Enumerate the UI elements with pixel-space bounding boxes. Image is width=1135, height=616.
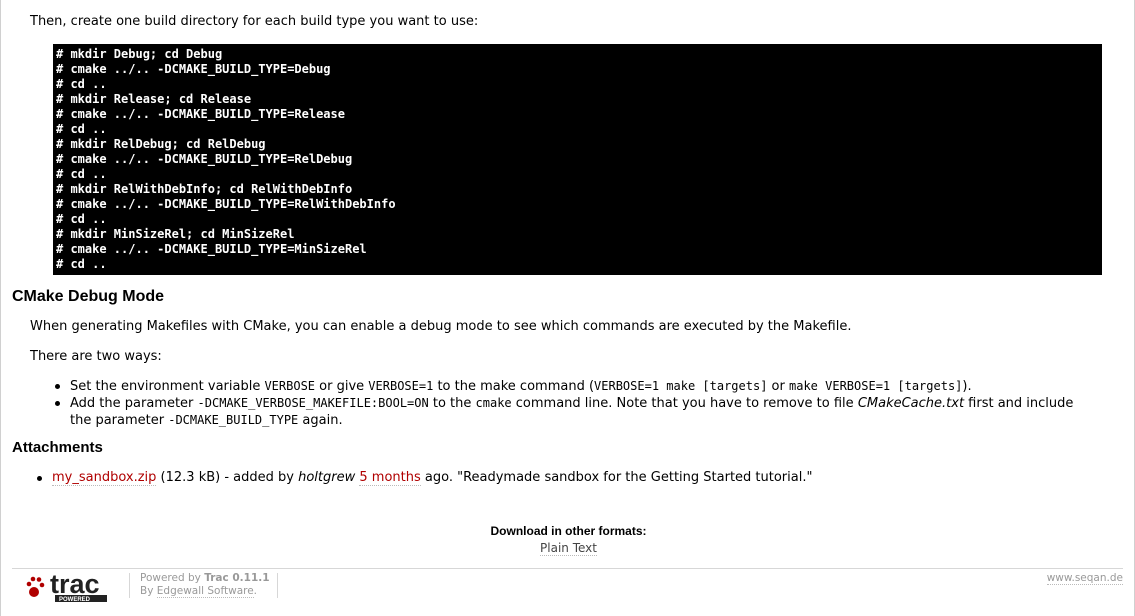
plain-text-link[interactable]: Plain Text (540, 541, 597, 556)
code-line: # mkdir RelWithDebInfo; cd RelWithDebInf… (56, 182, 353, 196)
attachment-size: (12.3 kB) - added by (156, 470, 299, 485)
powered-by-text: Powered by (140, 572, 205, 584)
footer-separator (277, 573, 278, 598)
attachments-list: my_sandbox.zip (12.3 kB) - added by holt… (34, 470, 1034, 486)
code-line: # cd .. (56, 77, 107, 91)
list-text: or (767, 379, 789, 394)
list-text: Set the environment variable (70, 379, 265, 394)
filename: CMakeCache.txt (857, 396, 965, 411)
inline-code: -DCMAKE_VERBOSE_MAKEFILE:BOOL=ON (197, 396, 429, 410)
inline-code: cmake (475, 396, 512, 410)
footer-divider (12, 568, 1123, 569)
list-text: again. (298, 413, 343, 428)
attachment-link[interactable]: my_sandbox.zip (52, 470, 157, 486)
attachment-description: ago. "Readymade sandbox for the Getting … (420, 470, 813, 485)
period: . (253, 585, 258, 597)
list-text: or give (315, 379, 369, 394)
code-line: # cd .. (56, 122, 107, 136)
inline-code: VERBOSE (264, 379, 316, 393)
download-formats: Download in other formats: Plain Text (1, 524, 1135, 556)
list-item: Add the parameter -DCMAKE_VERBOSE_MAKEFI… (52, 395, 1082, 429)
debug-ways-list: Set the environment variable VERBOSE or … (52, 378, 1082, 429)
code-block: # mkdir Debug; cd Debug # cmake ../.. -DC… (53, 44, 1102, 275)
list-text: to the make command ( (433, 379, 595, 394)
powered-by-line: Powered by Trac 0.11.1 (140, 572, 270, 585)
edgewall-link[interactable]: Edgewall Software (156, 585, 254, 598)
code-line: # cmake ../.. -DCMAKE_BUILD_TYPE=Release (56, 107, 345, 121)
list-item: my_sandbox.zip (12.3 kB) - added by holt… (34, 470, 1034, 486)
code-line: # cd .. (56, 257, 107, 271)
list-text: to the (428, 396, 476, 411)
by-text: By (140, 585, 157, 597)
code-line: # cmake ../.. -DCMAKE_BUILD_TYPE=MinSize… (56, 242, 367, 256)
list-item: Set the environment variable VERBOSE or … (52, 378, 1082, 395)
trac-link[interactable]: Trac 0.11.1 (204, 572, 269, 584)
code-line: # cmake ../.. -DCMAKE_BUILD_TYPE=Debug (56, 62, 331, 76)
code-line: # mkdir MinSizeRel; cd MinSizeRel (56, 227, 295, 241)
code-line: # cd .. (56, 167, 107, 181)
code-line: # mkdir Release; cd Release (56, 92, 252, 106)
trac-logo[interactable]: trac POWERED (26, 571, 108, 603)
intro-text: Then, create one build directory for eac… (30, 14, 479, 29)
attachments-heading: Attachments (12, 439, 103, 456)
download-title: Download in other formats: (490, 524, 647, 538)
list-text: Add the parameter (70, 396, 198, 411)
debug-mode-heading: CMake Debug Mode (12, 288, 165, 305)
edgewall-line: By Edgewall Software. (140, 585, 270, 598)
footer-credits: Powered by Trac 0.11.1 By Edgewall Softw… (140, 572, 270, 598)
code-line: # mkdir Debug; cd Debug (56, 47, 223, 61)
code-line: # cmake ../.. -DCMAKE_BUILD_TYPE=RelDebu… (56, 152, 353, 166)
code-line: # mkdir RelDebug; cd RelDebug (56, 137, 266, 151)
footer-separator (129, 573, 130, 598)
inline-code: -DCMAKE_BUILD_TYPE (168, 413, 299, 427)
logo-word: trac (50, 571, 100, 599)
inline-code: VERBOSE=1 (368, 379, 434, 393)
site-link[interactable]: www.seqan.de (1046, 572, 1123, 585)
inline-code: VERBOSE=1 make [targets] (594, 379, 768, 393)
attachment-author: holtgrew (298, 470, 356, 485)
logo-sub: POWERED (59, 597, 91, 603)
two-ways-text: There are two ways: (30, 349, 162, 364)
list-text: command line. Note that you have to remo… (511, 396, 858, 411)
list-text: ). (962, 379, 972, 394)
paw-icon (26, 576, 45, 597)
code-line: # cd .. (56, 212, 107, 226)
code-line: # cmake ../.. -DCMAKE_BUILD_TYPE=RelWith… (56, 197, 396, 211)
timeline-link[interactable]: 5 months (359, 470, 421, 486)
inline-code: make VERBOSE=1 [targets] (789, 379, 963, 393)
debug-intro-text: When generating Makefiles with CMake, yo… (30, 319, 852, 334)
